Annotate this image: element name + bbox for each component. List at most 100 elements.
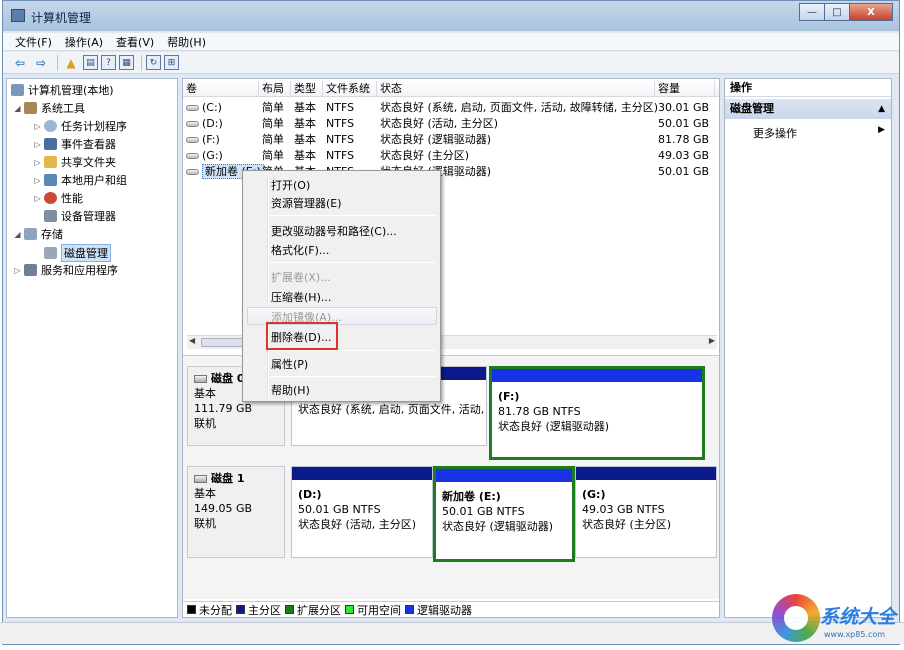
expand-icon[interactable]: ▷ (13, 266, 22, 275)
disk-1-label[interactable]: 磁盘 1 基本 149.05 GB 联机 (187, 466, 285, 558)
volume-name-cell: (C:) (183, 101, 259, 114)
capacity-cell: 49.03 GB (658, 148, 710, 162)
help-icon[interactable]: ? (101, 55, 116, 70)
legend-item: 可用空间 (345, 602, 401, 618)
tree-item-device-manager[interactable]: 设备管理器 (44, 208, 116, 224)
scroll-right-icon[interactable]: ▶ (709, 336, 715, 345)
menu-item-properties[interactable]: 属性(P) (271, 356, 308, 372)
tree-item-services[interactable]: ▷ 服务和应用程序 (13, 262, 118, 278)
clock-icon (44, 120, 57, 132)
status-cell: 状态良好 (系统, 启动, 页面文件, 活动, 故障转储, 主分区) (380, 101, 659, 114)
export-icon[interactable]: ⊞ (164, 55, 179, 70)
properties-icon[interactable]: ▦ (119, 55, 134, 70)
capacity-cell: 50.01 GB (658, 164, 710, 178)
column-header-type[interactable]: 类型 (291, 81, 323, 96)
disk-icon (194, 474, 207, 483)
column-header-capacity[interactable]: 容量 (655, 81, 715, 96)
legend-swatch (187, 605, 196, 614)
app-icon (11, 9, 25, 22)
volume-row[interactable]: (D:) 简单 基本 NTFS 状态良好 (活动, 主分区) 50.01 GB (183, 115, 719, 131)
tree-item-performance[interactable]: ▷ 性能 (33, 190, 83, 206)
menu-item-shrink-volume[interactable]: 压缩卷(H)... (271, 289, 331, 305)
menu-item-open[interactable]: 打开(O) (271, 177, 310, 193)
forward-arrow-icon[interactable]: ⇨ (32, 55, 50, 71)
menu-separator (269, 215, 437, 216)
column-header-volume[interactable]: 卷 (183, 81, 259, 96)
up-folder-icon[interactable]: ▲ (62, 55, 80, 71)
partition-g[interactable]: (G:) 49.03 GB NTFS 状态良好 (主分区) (575, 466, 717, 558)
tree-item-local-users[interactable]: ▷ 本地用户和组 (33, 172, 127, 188)
partition-info: (G:) 49.03 GB NTFS 状态良好 (主分区) (582, 487, 671, 532)
tree-item-task-scheduler[interactable]: ▷ 任务计划程序 (33, 118, 127, 134)
menu-item-change-drive-letter[interactable]: 更改驱动器号和路径(C)... (271, 223, 397, 239)
volume-name: (G:) (202, 148, 223, 162)
collapse-icon[interactable]: ◢ (13, 104, 22, 113)
legend-swatch (285, 605, 294, 614)
partition-size: 81.78 GB NTFS (498, 405, 581, 418)
volume-row[interactable]: (C:) 简单 基本 NTFS 状态良好 (系统, 启动, 页面文件, 活动, … (183, 99, 719, 115)
tree-item-computer-management[interactable]: 计算机管理(本地) (11, 82, 114, 98)
expand-icon[interactable]: ▷ (33, 122, 42, 131)
tree-item-storage[interactable]: ◢ 存储 (13, 226, 63, 242)
disk-type: 基本 (194, 487, 216, 500)
expand-icon[interactable]: ▷ (33, 176, 42, 185)
title-bar[interactable]: 计算机管理 — □ X (3, 1, 899, 31)
partition-e[interactable]: 新加卷 (E:) 50.01 GB NTFS 状态良好 (逻辑驱动器) (433, 466, 575, 562)
layout-cell: 简单 (262, 149, 284, 162)
toolbar: ⇦ ⇨ ▲ ▤ ? ▦ ↻ ⊞ (3, 52, 899, 74)
column-header-status[interactable]: 状态 (377, 81, 655, 96)
actions-section-disk-management[interactable]: 磁盘管理 ▲ (725, 99, 891, 119)
tree-item-label: 性能 (61, 192, 83, 205)
volume-name: (C:) (202, 100, 222, 114)
volume-row[interactable]: (G:) 简单 基本 NTFS 状态良好 (主分区) 49.03 GB (183, 147, 719, 163)
disk-title: 磁盘 1 (194, 471, 278, 486)
menu-item-format[interactable]: 格式化(F)... (271, 242, 329, 258)
back-arrow-icon[interactable]: ⇦ (11, 55, 29, 71)
close-button[interactable]: X (849, 3, 893, 21)
layout-cell: 简单 (262, 117, 284, 130)
partition-status: 状态良好 (逻辑驱动器) (442, 520, 554, 533)
refresh-icon[interactable]: ↻ (146, 55, 161, 70)
tree-item-event-viewer[interactable]: ▷ 事件查看器 (33, 136, 116, 152)
expand-icon[interactable]: ▷ (33, 158, 42, 167)
expand-icon[interactable]: ▷ (33, 140, 42, 149)
disk-title-text: 磁盘 0 (211, 372, 245, 385)
more-actions-link[interactable]: 更多操作 (753, 125, 797, 141)
maximize-button[interactable]: □ (824, 3, 850, 21)
menu-action[interactable]: 操作(A) (65, 34, 103, 50)
collapse-up-icon[interactable]: ▲ (878, 99, 885, 119)
type-cell: 基本 (294, 117, 316, 130)
actions-header: 操作 (725, 79, 891, 97)
tree-item-shared-folders[interactable]: ▷ 共享文件夹 (33, 154, 116, 170)
status-cell: 状态良好 (活动, 主分区) (380, 117, 499, 130)
collapse-icon[interactable]: ◢ (13, 230, 22, 239)
menu-view[interactable]: 查看(V) (116, 34, 154, 50)
scroll-left-icon[interactable]: ◀ (189, 336, 195, 345)
column-header-layout[interactable]: 布局 (259, 81, 291, 96)
tree-item-label: 本地用户和组 (61, 174, 127, 187)
column-header-filesystem[interactable]: 文件系统 (323, 81, 377, 96)
status-bar (0, 622, 904, 644)
menu-file[interactable]: 文件(F) (15, 34, 52, 50)
show-hide-tree-icon[interactable]: ▤ (83, 55, 98, 70)
menu-item-explorer[interactable]: 资源管理器(E) (271, 195, 342, 211)
expand-icon[interactable]: ▷ (33, 194, 42, 203)
legend-item: 扩展分区 (285, 602, 341, 618)
services-icon (24, 264, 37, 276)
disk-state: 联机 (194, 417, 216, 430)
menu-item-help[interactable]: 帮助(H) (271, 382, 310, 398)
legend-item: 未分配 (187, 602, 232, 618)
tree-item-disk-management[interactable]: 磁盘管理 (44, 244, 111, 262)
disk-icon (194, 374, 207, 383)
partition-f[interactable]: (F:) 81.78 GB NTFS 状态良好 (逻辑驱动器) (489, 366, 705, 460)
tree-item-label: 系统工具 (41, 102, 85, 115)
minimize-button[interactable]: — (799, 3, 825, 21)
partition-d[interactable]: (D:) 50.01 GB NTFS 状态良好 (活动, 主分区) (291, 466, 433, 558)
volume-row[interactable]: (F:) 简单 基本 NTFS 状态良好 (逻辑驱动器) 81.78 GB (183, 131, 719, 147)
filesystem-cell: NTFS (326, 116, 355, 130)
legend-label: 扩展分区 (297, 603, 341, 617)
tree-item-system-tools[interactable]: ◢ 系统工具 (13, 100, 85, 116)
performance-icon (44, 192, 57, 204)
menu-help[interactable]: 帮助(H) (167, 34, 206, 50)
partition-name: (G:) (582, 488, 606, 501)
